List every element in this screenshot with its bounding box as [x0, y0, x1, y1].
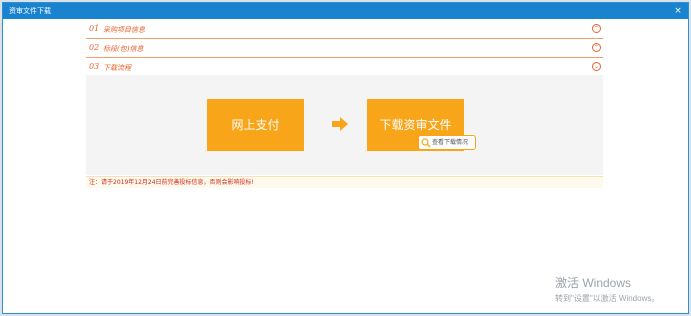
section-number: 03 — [89, 62, 100, 71]
download-flow-panel: 网上支付 下载资审文件 查看下载情况 — [86, 75, 603, 175]
section-procurement-info[interactable]: 01 采购项目信息 ⌃ — [86, 20, 603, 39]
section-number: 02 — [89, 43, 100, 52]
section-label: 采购项目信息 — [103, 26, 145, 34]
section-label: 下载流程 — [103, 64, 131, 72]
watermark-line1: 激活 Windows — [555, 276, 632, 290]
online-payment-button[interactable]: 网上支付 — [207, 99, 304, 151]
search-icon — [421, 138, 431, 148]
close-icon[interactable]: × — [672, 3, 684, 19]
section-label: 标段(包)信息 — [103, 45, 144, 53]
dialog-titlebar: 资审文件下载 × — [3, 3, 688, 19]
section-lot-info[interactable]: 02 标段(包)信息 ⌃ — [86, 39, 603, 58]
collapse-icon[interactable]: ⌃ — [592, 24, 601, 33]
collapse-icon[interactable]: ⌃ — [592, 43, 601, 52]
section-number: 01 — [89, 24, 100, 33]
arrow-right-icon — [332, 117, 348, 131]
windows-activation-watermark: 激活 Windows 转到"设置"以激活 Windows。 — [555, 274, 659, 304]
view-download-status-button[interactable]: 查看下载情况 — [418, 135, 476, 150]
dialog-title: 资审文件下载 — [9, 7, 51, 15]
view-status-label: 查看下载情况 — [432, 139, 469, 146]
watermark-line2: 转到"设置"以激活 Windows。 — [555, 294, 660, 303]
expand-icon[interactable]: ⌄ — [592, 62, 601, 71]
sections-list: 01 采购项目信息 ⌃ 02 标段(包)信息 ⌃ 03 下载流程 ⌄ — [86, 20, 603, 77]
deadline-notice: 注：请于2019年12月24日前完善投标信息，否则会影响投标! — [86, 176, 603, 188]
